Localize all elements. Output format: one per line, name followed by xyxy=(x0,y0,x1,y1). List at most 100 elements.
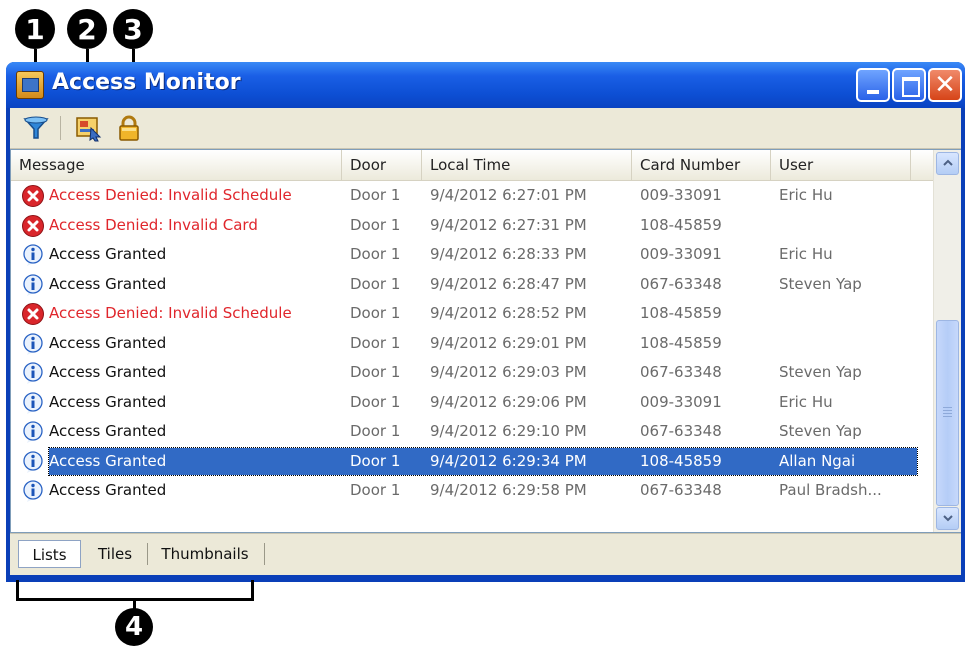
table-row[interactable]: Access Granted Door 1 9/4/2012 6:29:58 PM 0… xyxy=(11,476,933,506)
cell-time: 9/4/2012 6:29:06 PM xyxy=(430,392,587,411)
lock-button[interactable] xyxy=(115,114,143,142)
cell-card: 108-45859 xyxy=(640,304,722,322)
cell-time: 9/4/2012 6:29:58 PM xyxy=(430,481,587,499)
table-row[interactable]: Access Granted Door 1 9/4/2012 6:29:34 PM 1… xyxy=(11,446,933,477)
minimize-icon xyxy=(867,90,879,94)
cell-card: 067-63348 xyxy=(640,274,722,293)
table-row[interactable]: Access Granted Door 1 9/4/2012 6:28:33 PM 0… xyxy=(11,240,933,270)
cell-card: 009-33091 xyxy=(640,186,722,204)
card-view-button[interactable] xyxy=(74,114,102,142)
cell-door: Door 1 xyxy=(350,215,401,234)
cell-card: 009-33091 xyxy=(640,392,722,411)
cell-door: Door 1 xyxy=(350,363,401,381)
cell-door: Door 1 xyxy=(350,186,401,204)
maximize-icon xyxy=(902,77,920,97)
close-icon: ✕ xyxy=(934,70,956,100)
cell-time: 9/4/2012 6:27:31 PM xyxy=(430,215,587,234)
scroll-up-button[interactable] xyxy=(936,152,959,175)
filter-icon xyxy=(23,116,49,139)
callout-2: 2 xyxy=(67,9,107,49)
cell-message: Access Denied: Invalid Schedule xyxy=(49,186,292,204)
cell-door: Door 1 xyxy=(350,274,401,293)
cell-time: 9/4/2012 6:28:52 PM xyxy=(430,304,587,322)
list-header: Message Door Local Time Card Number User xyxy=(11,150,933,181)
cell-door: Door 1 xyxy=(350,422,401,440)
cell-message: Access Granted xyxy=(49,333,167,352)
maximize-button[interactable] xyxy=(892,68,926,102)
tab-lists[interactable]: Lists xyxy=(18,540,81,568)
column-header-door[interactable]: Door xyxy=(342,150,422,180)
cell-door: Door 1 xyxy=(350,481,401,499)
cell-user xyxy=(779,299,919,328)
table-row[interactable]: Access Denied: Invalid Schedule Door 1 9/4… xyxy=(11,181,933,211)
callout-3: 3 xyxy=(113,9,153,49)
table-row[interactable]: Access Granted Door 1 9/4/2012 6:29:06 PM 0… xyxy=(11,388,933,418)
column-header-local-time[interactable]: Local Time xyxy=(422,150,632,180)
cell-message: Access Granted xyxy=(49,274,167,293)
cell-user: Paul Bradsh... xyxy=(779,481,882,499)
cell-message: Access Denied: Invalid Schedule xyxy=(49,304,292,322)
cell-time: 9/4/2012 6:28:47 PM xyxy=(430,274,587,293)
cell-time: 9/4/2012 6:28:33 PM xyxy=(430,245,587,263)
lock-icon xyxy=(119,115,139,141)
cell-user: Allan Ngai xyxy=(779,451,856,470)
scroll-grip xyxy=(943,407,952,408)
scroll-thumb[interactable] xyxy=(936,320,959,506)
cell-message: Access Granted xyxy=(49,363,167,381)
cell-user: Eric Hu xyxy=(779,186,833,204)
cell-message: Access Granted xyxy=(49,392,167,411)
cell-card: 108-45859 xyxy=(640,451,722,470)
view-tab-bar: Lists Tiles Thumbnails xyxy=(10,533,961,575)
cell-message: Access Granted xyxy=(49,481,167,499)
table-row[interactable]: Access Denied: Invalid Card Door 1 9/4/201… xyxy=(11,211,933,241)
column-header-user[interactable]: User xyxy=(771,150,911,180)
cell-user: Steven Yap xyxy=(779,274,862,293)
cell-message: Access Granted xyxy=(49,422,167,440)
cell-card: 067-63348 xyxy=(640,363,722,381)
callout-1: 1 xyxy=(15,9,55,49)
cell-user: Eric Hu xyxy=(779,392,833,411)
access-event-list[interactable]: Message Door Local Time Card Number User… xyxy=(10,149,961,533)
scroll-down-button[interactable] xyxy=(936,507,959,530)
cell-time: 9/4/2012 6:27:01 PM xyxy=(430,186,587,204)
close-button[interactable]: ✕ xyxy=(928,68,962,102)
cell-card: 067-63348 xyxy=(640,481,722,499)
tab-separator xyxy=(147,543,148,565)
column-header-message[interactable]: Message xyxy=(11,150,342,180)
cell-user xyxy=(779,329,919,358)
table-row[interactable]: Access Granted Door 1 9/4/2012 6:29:10 PM 0… xyxy=(11,417,933,447)
cell-user: Steven Yap xyxy=(779,363,862,381)
cell-card: 108-45859 xyxy=(640,333,722,352)
title-bar[interactable]: Access Monitor ✕ xyxy=(6,62,965,108)
chevron-up-icon xyxy=(942,159,953,166)
table-row[interactable]: Access Granted Door 1 9/4/2012 6:28:47 PM 0… xyxy=(11,270,933,300)
cell-time: 9/4/2012 6:29:10 PM xyxy=(430,422,587,440)
tab-thumbnails[interactable]: Thumbnails xyxy=(152,540,258,568)
chevron-down-icon xyxy=(942,515,953,522)
cell-door: Door 1 xyxy=(350,392,401,411)
tab-separator xyxy=(264,543,265,565)
cell-time: 9/4/2012 6:29:34 PM xyxy=(430,451,587,470)
window-title: Access Monitor xyxy=(52,70,241,95)
cell-user xyxy=(779,211,919,240)
cell-door: Door 1 xyxy=(350,333,401,352)
filter-button[interactable] xyxy=(22,114,50,142)
cell-message: Access Denied: Invalid Card xyxy=(49,215,258,234)
table-row[interactable]: Access Granted Door 1 9/4/2012 6:29:03 PM 0… xyxy=(11,358,933,388)
cell-user: Eric Hu xyxy=(779,245,833,263)
cell-door: Door 1 xyxy=(350,245,401,263)
minimize-button[interactable] xyxy=(856,68,890,102)
table-row[interactable]: Access Granted Door 1 9/4/2012 6:29:01 PM 1… xyxy=(11,329,933,359)
cell-card: 009-33091 xyxy=(640,245,722,263)
access-monitor-window: Access Monitor ✕ Message Door Local Time… xyxy=(6,62,965,582)
app-icon xyxy=(16,71,44,99)
cell-message: Access Granted xyxy=(49,451,167,470)
vertical-scrollbar[interactable] xyxy=(933,150,961,532)
tab-tiles[interactable]: Tiles xyxy=(88,540,142,568)
table-row[interactable]: Access Denied: Invalid Schedule Door 1 9/4… xyxy=(11,299,933,329)
callout-4: 4 xyxy=(115,608,153,646)
column-header-card-number[interactable]: Card Number xyxy=(632,150,771,180)
card-view-icon xyxy=(76,117,102,142)
cell-door: Door 1 xyxy=(350,304,401,322)
cell-message: Access Granted xyxy=(49,245,167,263)
